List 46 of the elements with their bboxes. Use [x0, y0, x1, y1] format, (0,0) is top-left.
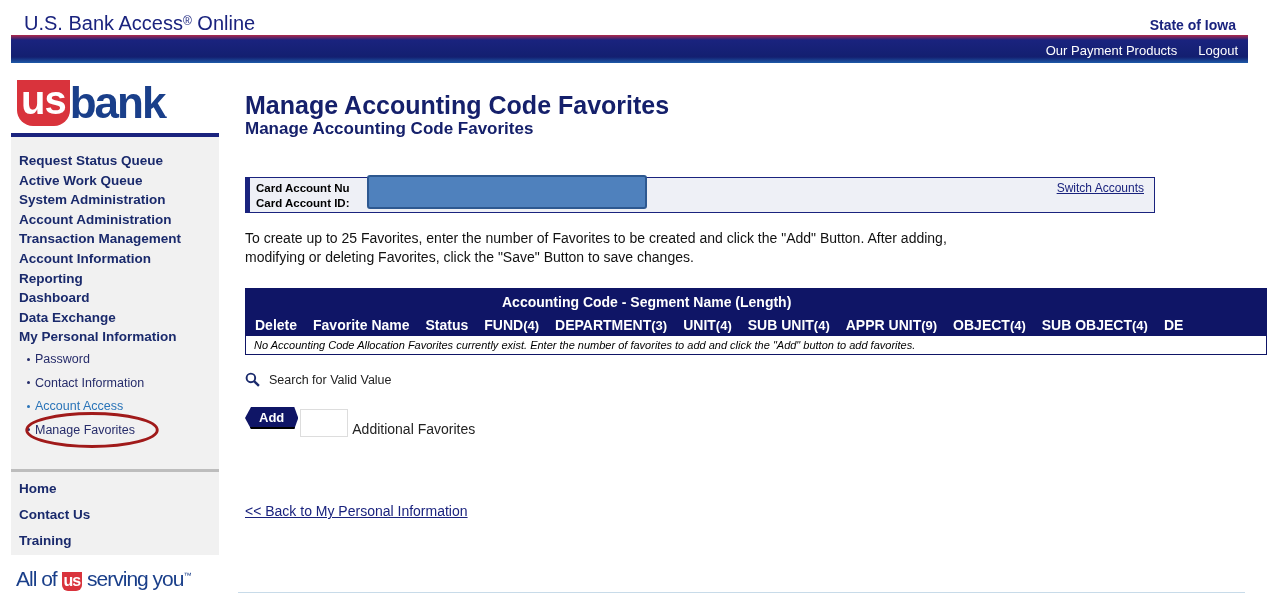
sidebar-item[interactable]: System Administration — [19, 192, 166, 208]
sidebar-subitem[interactable]: Account Access — [27, 399, 124, 414]
header-link[interactable]: Logout — [1198, 43, 1238, 58]
sidebar-item[interactable]: Request Status Queue — [19, 153, 164, 168]
column-header: APPR UNIT(9) — [845, 317, 938, 333]
page-title: Manage Accounting Code Favorites — [245, 91, 671, 119]
sidebar-item[interactable]: Training — [19, 531, 219, 549]
sidebar-item[interactable]: Active Work Queue — [19, 172, 143, 188]
sidebar-item[interactable]: Reporting — [19, 270, 83, 286]
column-group-header: Accounting Code - Segment Name (Length) — [502, 294, 792, 310]
page-subtitle: Manage Accounting Code Favorites — [245, 119, 535, 139]
sidebar-subitem[interactable]: Contact Information — [27, 375, 145, 390]
column-header: OBJECT(4) — [953, 317, 1026, 333]
back-link[interactable]: << Back to My Personal Information — [245, 503, 468, 519]
sidebar-subitem[interactable]: Password — [27, 352, 90, 367]
add-label: Additional Favorites — [352, 421, 476, 437]
count-input[interactable] — [300, 409, 349, 437]
switch-accounts-link[interactable]: Switch Accounts — [1056, 178, 1154, 212]
sidebar-item[interactable]: Contact Us — [19, 505, 219, 523]
sidebar-item[interactable]: Data Exchange — [19, 309, 116, 325]
search-link[interactable]: Search for Valid Value — [269, 372, 392, 387]
column-header: UNIT(4) — [683, 317, 732, 333]
column-header: Delete — [255, 317, 298, 333]
account-label: Card Account Nu — [256, 181, 350, 196]
add-button[interactable]: Add — [245, 407, 299, 429]
organization-name: State of Iowa — [1149, 17, 1236, 35]
sidebar-item[interactable]: Dashboard — [19, 290, 90, 306]
column-header: SUB UNIT(4) — [747, 317, 830, 333]
column-header: DE — [1163, 317, 1184, 333]
account-label: Card Account ID: — [256, 196, 350, 211]
column-header: DEPARTMENT(3) — [555, 317, 668, 333]
tagline-logo: All of us serving you$^{™}$ — [15, 566, 192, 591]
column-header: Status — [425, 317, 469, 333]
sidebar-item[interactable]: Transaction Management — [19, 231, 182, 247]
column-header: Favorite Name — [313, 317, 410, 333]
sidebar-item[interactable]: Account Administration — [19, 211, 172, 227]
site-title: U.S. Bank Access$^{®}$ Online — [24, 12, 256, 35]
sidebar-item[interactable]: Account Information — [19, 250, 151, 266]
header-link[interactable]: Our Payment Products — [1045, 43, 1178, 58]
instructions-text: To create up to 25 Favorites, enter the number of Favorites to be created and click the "Add" Button. After adding, modifying or deleting Favorites, click the "Save" Button to save changes. — [245, 229, 948, 267]
sidebar-item[interactable]: Home — [19, 479, 219, 497]
column-header: SUB OBJECT(4) — [1041, 317, 1148, 333]
search-icon — [245, 372, 260, 387]
empty-message: No Accounting Code Allocation Favorites currently exist. Enter the number of favorites to add and click the "Add" button to add favorites. — [254, 339, 916, 351]
column-header: FUND(4) — [484, 317, 540, 333]
sidebar-item[interactable]: My Personal Information — [19, 329, 177, 345]
